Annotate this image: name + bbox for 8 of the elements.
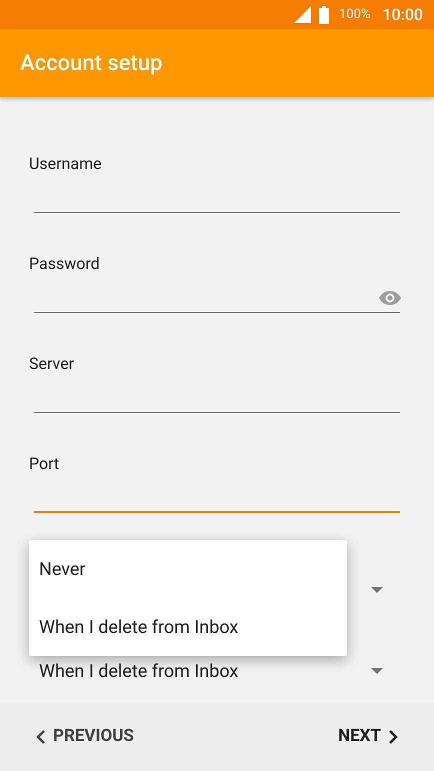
field-label: Port — [29, 454, 60, 474]
battery-percent: 100% — [338, 6, 370, 24]
clock: 10:00 — [382, 4, 423, 26]
app-title: Account setup — [20, 50, 162, 78]
field-label: Server — [29, 354, 74, 374]
dropdown-value: When I delete from Inbox — [39, 660, 238, 684]
field-label: Username — [29, 154, 102, 174]
field-label: Password — [29, 254, 100, 274]
